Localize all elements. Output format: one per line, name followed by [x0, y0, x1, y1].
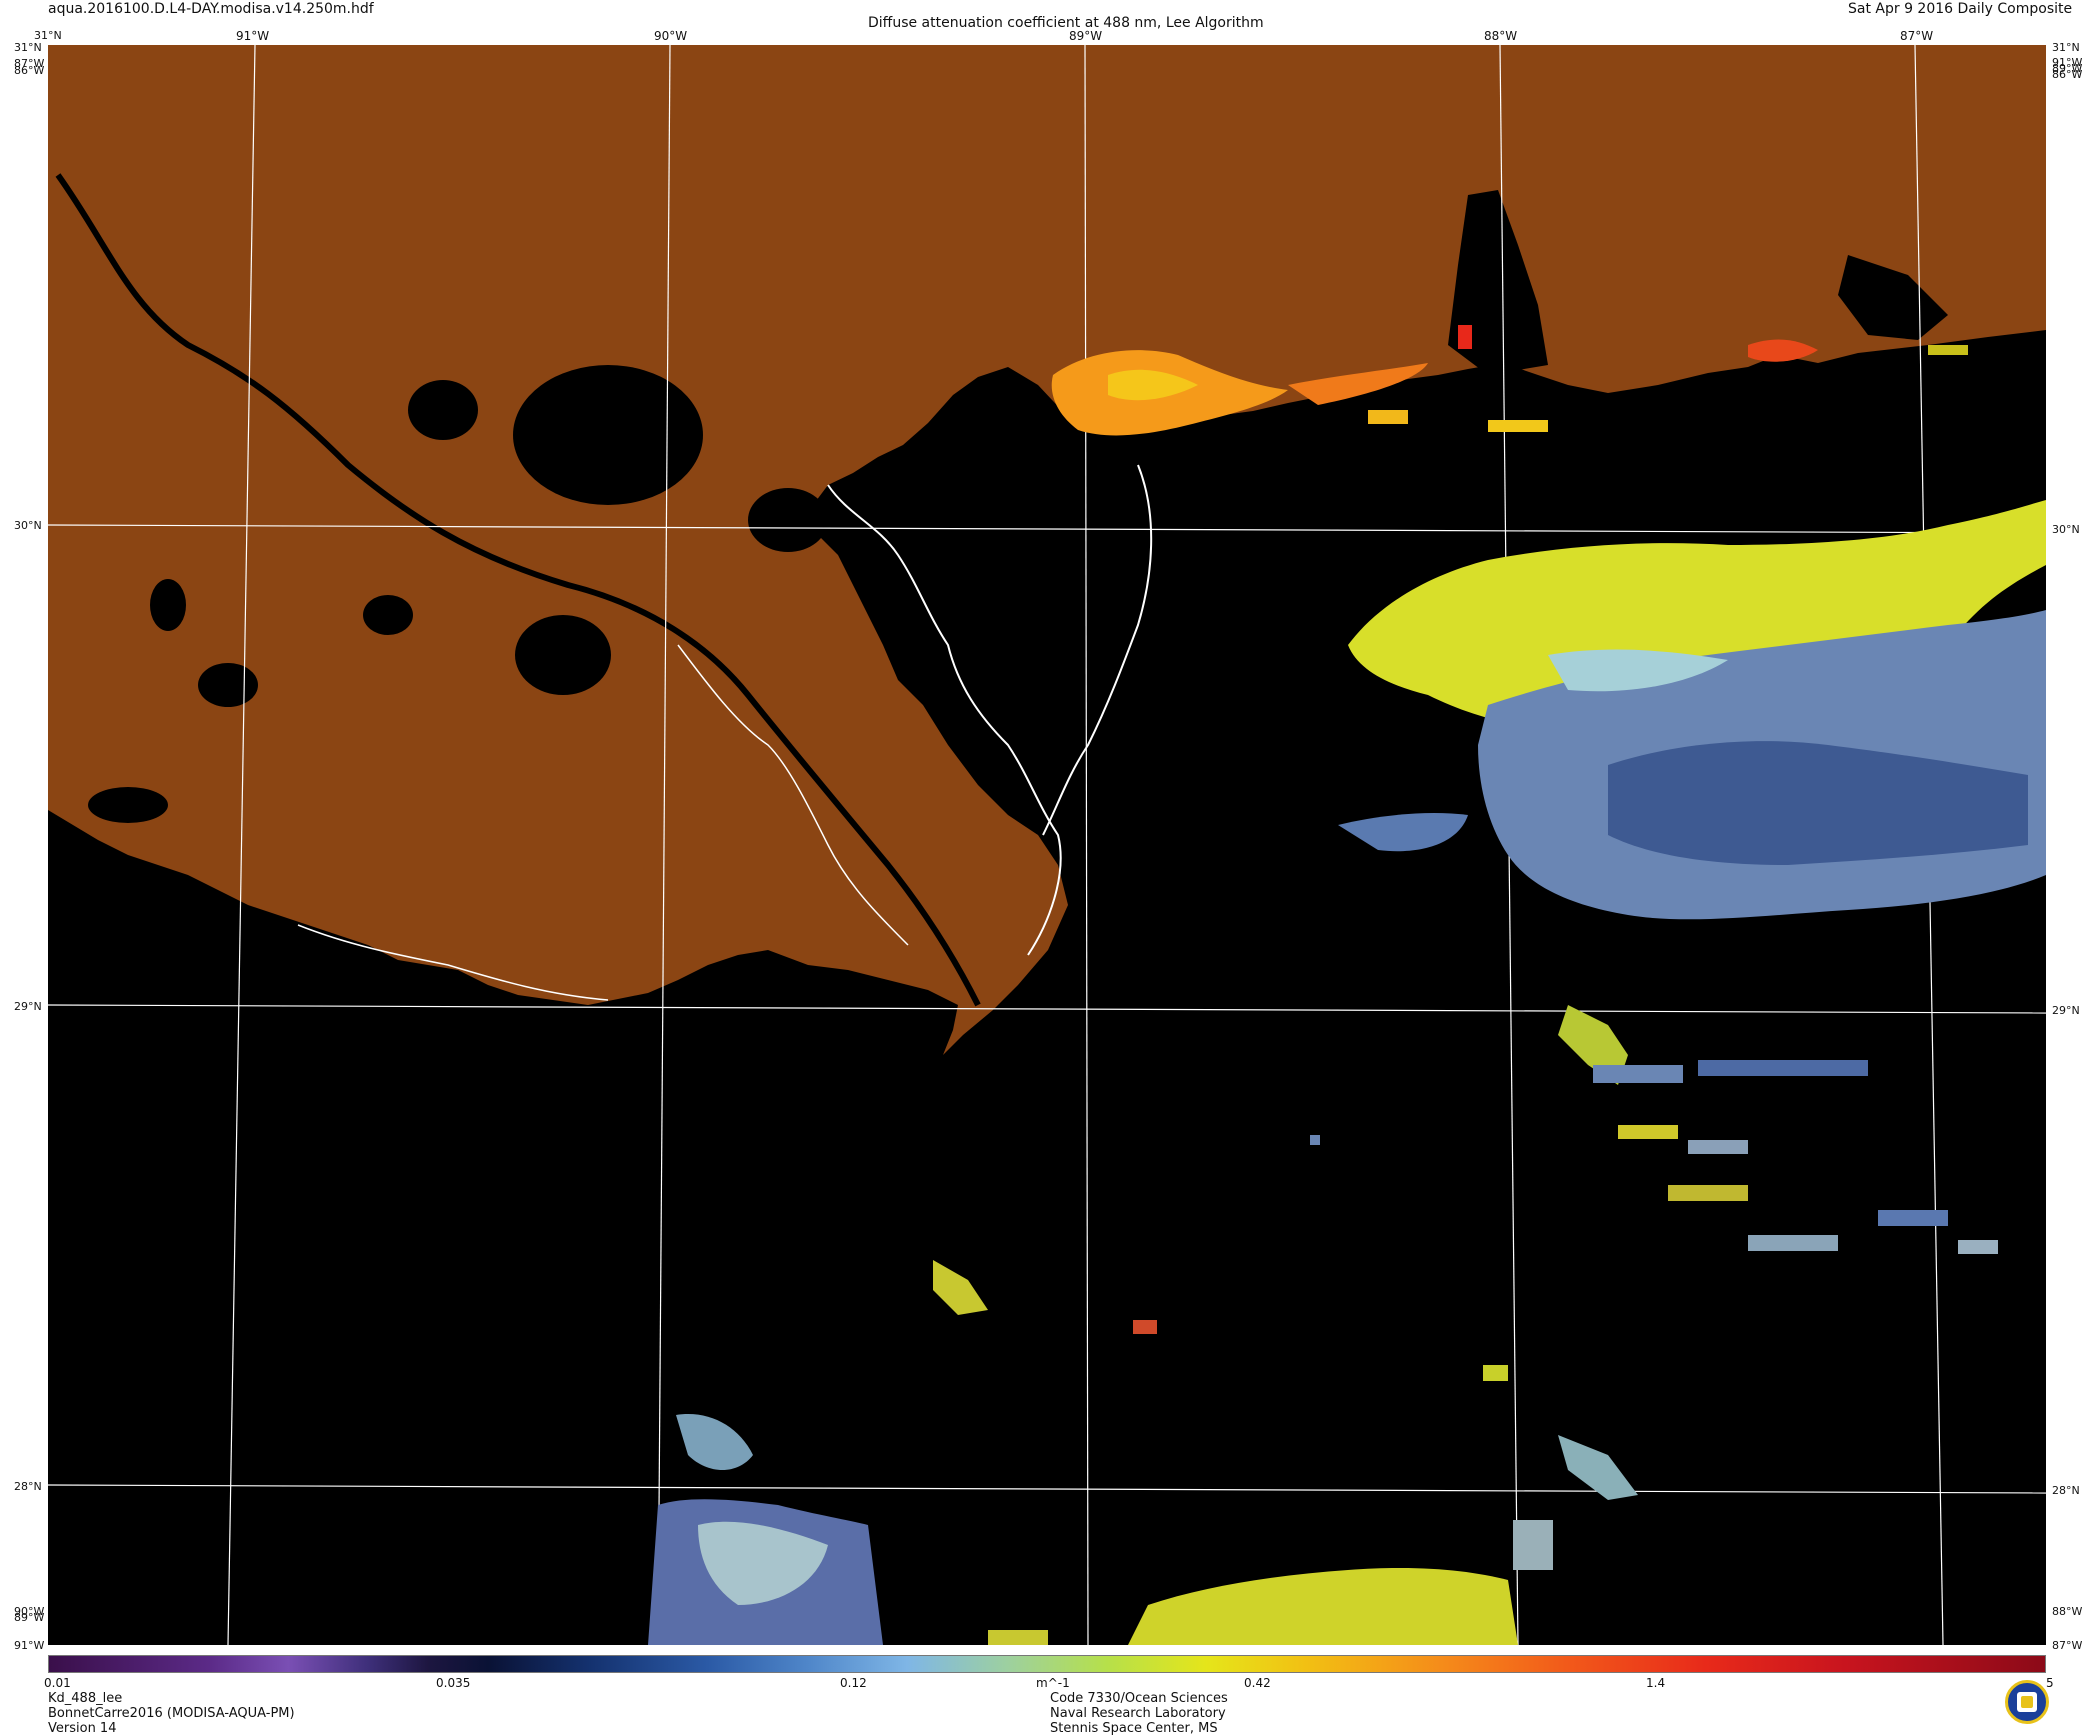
footer-product: Kd_488_lee: [48, 1691, 123, 1706]
nearshore-patch-2: [1488, 420, 1548, 432]
map-canvas: [47, 44, 2047, 1646]
lake-salvador: [515, 615, 611, 695]
lat-label-left-31n: 31°N: [14, 41, 42, 54]
lon-label-right-87w: 87°W: [2052, 1639, 2083, 1652]
footer-org-code: Code 7330/Ocean Sciences: [1050, 1691, 1228, 1706]
corner-label-tl: 31°N: [34, 29, 62, 42]
patch-g: [1748, 1235, 1838, 1251]
lat-label-right-30n: 30°N: [2052, 523, 2080, 536]
lat-label-right-28n: 28°N: [2052, 1484, 2080, 1497]
lon-label-88w: 88°W: [1484, 29, 1518, 43]
lon-label-left-86w: 86°W: [14, 64, 45, 77]
patch-c: [1698, 1060, 1868, 1076]
nearshore-patch-3: [1928, 345, 1968, 355]
lake-small-3: [150, 579, 186, 631]
lon-label-right-88w: 88°W: [2052, 1605, 2083, 1618]
lake-maurepas: [408, 380, 478, 440]
lon-label-87w: 87°W: [1900, 29, 1934, 43]
lake-borgne: [748, 488, 828, 552]
colorbar-tick-1: 0.035: [436, 1676, 471, 1690]
patch-e: [1688, 1140, 1748, 1154]
colorbar-tick-2: 0.12: [840, 1676, 867, 1690]
lake-small-1: [363, 595, 413, 635]
footer-org-location: Stennis Space Center, MS: [1050, 1721, 1218, 1736]
lon-label-89w: 89°W: [1069, 29, 1103, 43]
patch-i: [1958, 1240, 1998, 1254]
lat-label-left-30n: 30°N: [14, 519, 42, 532]
nrl-seal-icon: [2005, 1680, 2049, 1724]
lon-label-left-91w: 91°W: [14, 1639, 45, 1652]
lon-label-90w: 90°W: [654, 29, 688, 43]
lon-label-right-86w: 86°W: [2052, 68, 2083, 81]
lake-small-4: [88, 787, 168, 823]
lake-pontchartrain: [513, 365, 703, 505]
file-name: aqua.2016100.D.L4-DAY.modisa.v14.250m.hd…: [48, 1, 374, 17]
lat-label-left-29n: 29°N: [14, 1000, 42, 1013]
colorbar-unit: m^-1: [1036, 1676, 1070, 1690]
footer-version: Version 14: [48, 1721, 117, 1736]
patch-m: [1133, 1320, 1157, 1334]
map-title: Diffuse attenuation coefficient at 488 n…: [868, 15, 1264, 31]
lat-label-left-28n: 28°N: [14, 1480, 42, 1493]
map-panel[interactable]: [47, 44, 2047, 1646]
colorbar-tick-6: 5: [2046, 1676, 2054, 1690]
lon-label-left-89w: 89°W: [14, 1611, 45, 1624]
lat-label-right-29n: 29°N: [2052, 1004, 2080, 1017]
mobile-bay-patch: [1458, 325, 1472, 349]
footer-project: BonnetCarre2016 (MODISA-AQUA-PM): [48, 1706, 295, 1721]
nearshore-patch-1: [1368, 410, 1408, 424]
colorbar-tick-4: 0.42: [1244, 1676, 1271, 1690]
patch-b: [1593, 1065, 1683, 1083]
patch-o: [1513, 1520, 1553, 1570]
composite-date: Sat Apr 9 2016 Daily Composite: [1848, 1, 2073, 17]
lake-small-2: [198, 663, 258, 707]
footer-org-name: Naval Research Laboratory: [1050, 1706, 1226, 1721]
lon-label-91w: 91°W: [236, 29, 270, 43]
patch-bottom-small: [988, 1630, 1048, 1645]
patch-h: [1878, 1210, 1948, 1226]
patch-d: [1618, 1125, 1678, 1139]
patch-j: [1483, 1365, 1508, 1381]
colorbar-tick-0: 0.01: [44, 1676, 71, 1690]
patch-f: [1668, 1185, 1748, 1201]
color-scale-bar: [48, 1655, 2046, 1673]
colorbar-tick-5: 1.4: [1646, 1676, 1666, 1690]
patch-n: [1310, 1135, 1320, 1145]
lat-label-right-31n: 31°N: [2052, 41, 2080, 54]
